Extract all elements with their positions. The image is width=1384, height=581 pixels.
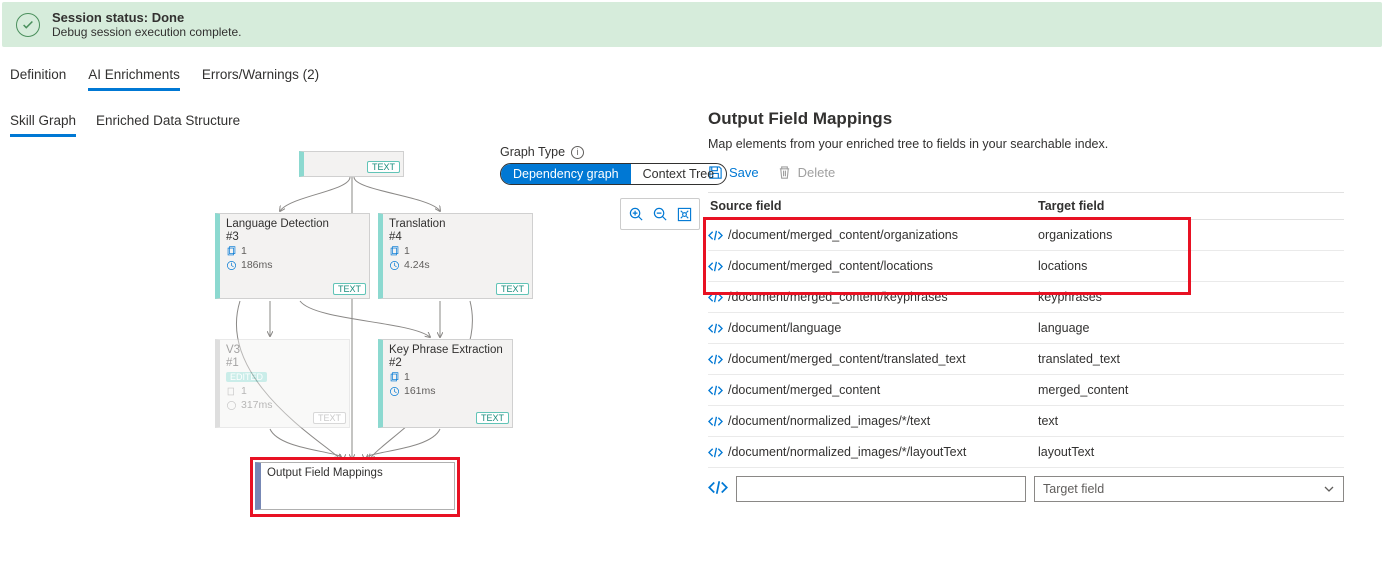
header-target-field: Target field [1038,199,1344,213]
table-row[interactable]: /document/merged_content/translated_text… [708,344,1344,375]
code-icon [708,260,728,273]
trash-icon [777,165,792,180]
chevron-down-icon [1323,483,1335,495]
edited-badge: EDITED [226,372,267,382]
tab-skill-graph[interactable]: Skill Graph [10,109,76,137]
graph-node-v3[interactable]: V3 #1 EDITED 1 317ms TEXT [215,339,350,428]
table-row[interactable]: /document/merged_content/organizations o… [708,220,1344,251]
panel-description: Map elements from your enriched tree to … [708,137,1344,151]
secondary-tabs: Skill Graph Enriched Data Structure [10,109,688,137]
zoom-out-button[interactable] [649,203,671,225]
check-icon [16,13,40,37]
panel-title: Output Field Mappings [708,109,1344,129]
code-icon [708,291,728,304]
new-target-select[interactable]: Target field [1034,476,1344,502]
clock-icon [389,260,400,271]
code-icon [708,229,728,242]
skill-graph-canvas[interactable]: TEXT Language Detection #3 1 186ms TEXT … [10,151,670,581]
header-source-field: Source field [708,199,1038,213]
info-icon[interactable]: i [571,146,584,159]
toggle-context-tree[interactable]: Context Tree [631,164,727,184]
text-badge: TEXT [476,412,509,424]
code-icon [708,480,728,498]
session-status-banner: Session status: Done Debug session execu… [2,2,1382,47]
zoom-in-button[interactable] [625,203,647,225]
graph-node-output-field-mappings[interactable]: Output Field Mappings [255,462,455,510]
code-icon [708,415,728,428]
copy-icon [389,246,400,257]
graph-node-key-phrase-extraction[interactable]: Key Phrase Extraction #2 1 161ms TEXT [378,339,513,428]
text-badge: TEXT [313,412,346,424]
graph-node-translation[interactable]: Translation #4 1 4.24s TEXT [378,213,533,299]
clock-icon [389,386,400,397]
code-icon [708,384,728,397]
new-mapping-row: Target field [708,468,1344,510]
primary-tabs: Definition AI Enrichments Errors/Warning… [0,57,1384,91]
table-row[interactable]: /document/merged_content/locations locat… [708,251,1344,282]
banner-title: Session status: Done [52,10,241,25]
table-row[interactable]: /document/merged_content merged_content [708,375,1344,406]
graph-node-root[interactable]: TEXT [299,151,404,177]
tab-errors-warnings[interactable]: Errors/Warnings (2) [202,63,319,91]
new-source-input[interactable] [736,476,1026,502]
tab-definition[interactable]: Definition [10,63,66,91]
graph-type-toggle: Dependency graph Context Tree [500,163,727,185]
text-badge: TEXT [333,283,366,295]
code-icon [708,353,728,366]
graph-type-label: Graph Type [500,145,565,159]
clock-icon [226,260,237,271]
copy-icon [389,372,400,383]
delete-button: Delete [777,165,836,180]
table-row[interactable]: /document/normalized_images/*/layoutText… [708,437,1344,468]
code-icon [708,322,728,335]
tab-ai-enrichments[interactable]: AI Enrichments [88,63,180,91]
graph-node-language-detection[interactable]: Language Detection #3 1 186ms TEXT [215,213,370,299]
code-icon [708,446,728,459]
clock-icon [226,400,237,411]
tab-enriched-data-structure[interactable]: Enriched Data Structure [96,109,240,137]
graph-type-controls: Graph Type i Dependency graph Context Tr… [500,145,727,185]
toggle-dependency-graph[interactable]: Dependency graph [501,164,631,184]
text-badge: TEXT [367,161,400,173]
text-badge: TEXT [496,283,529,295]
graph-toolbar [620,198,700,230]
banner-subtitle: Debug session execution complete. [52,25,241,39]
table-row[interactable]: /document/merged_content/keyphrases keyp… [708,282,1344,313]
fit-view-button[interactable] [673,203,695,225]
table-row[interactable]: /document/normalized_images/*/text text [708,406,1344,437]
copy-icon [226,246,237,257]
table-row[interactable]: /document/language language [708,313,1344,344]
copy-icon [226,386,237,397]
field-mappings-table: Source field Target field /document/merg… [708,192,1344,510]
